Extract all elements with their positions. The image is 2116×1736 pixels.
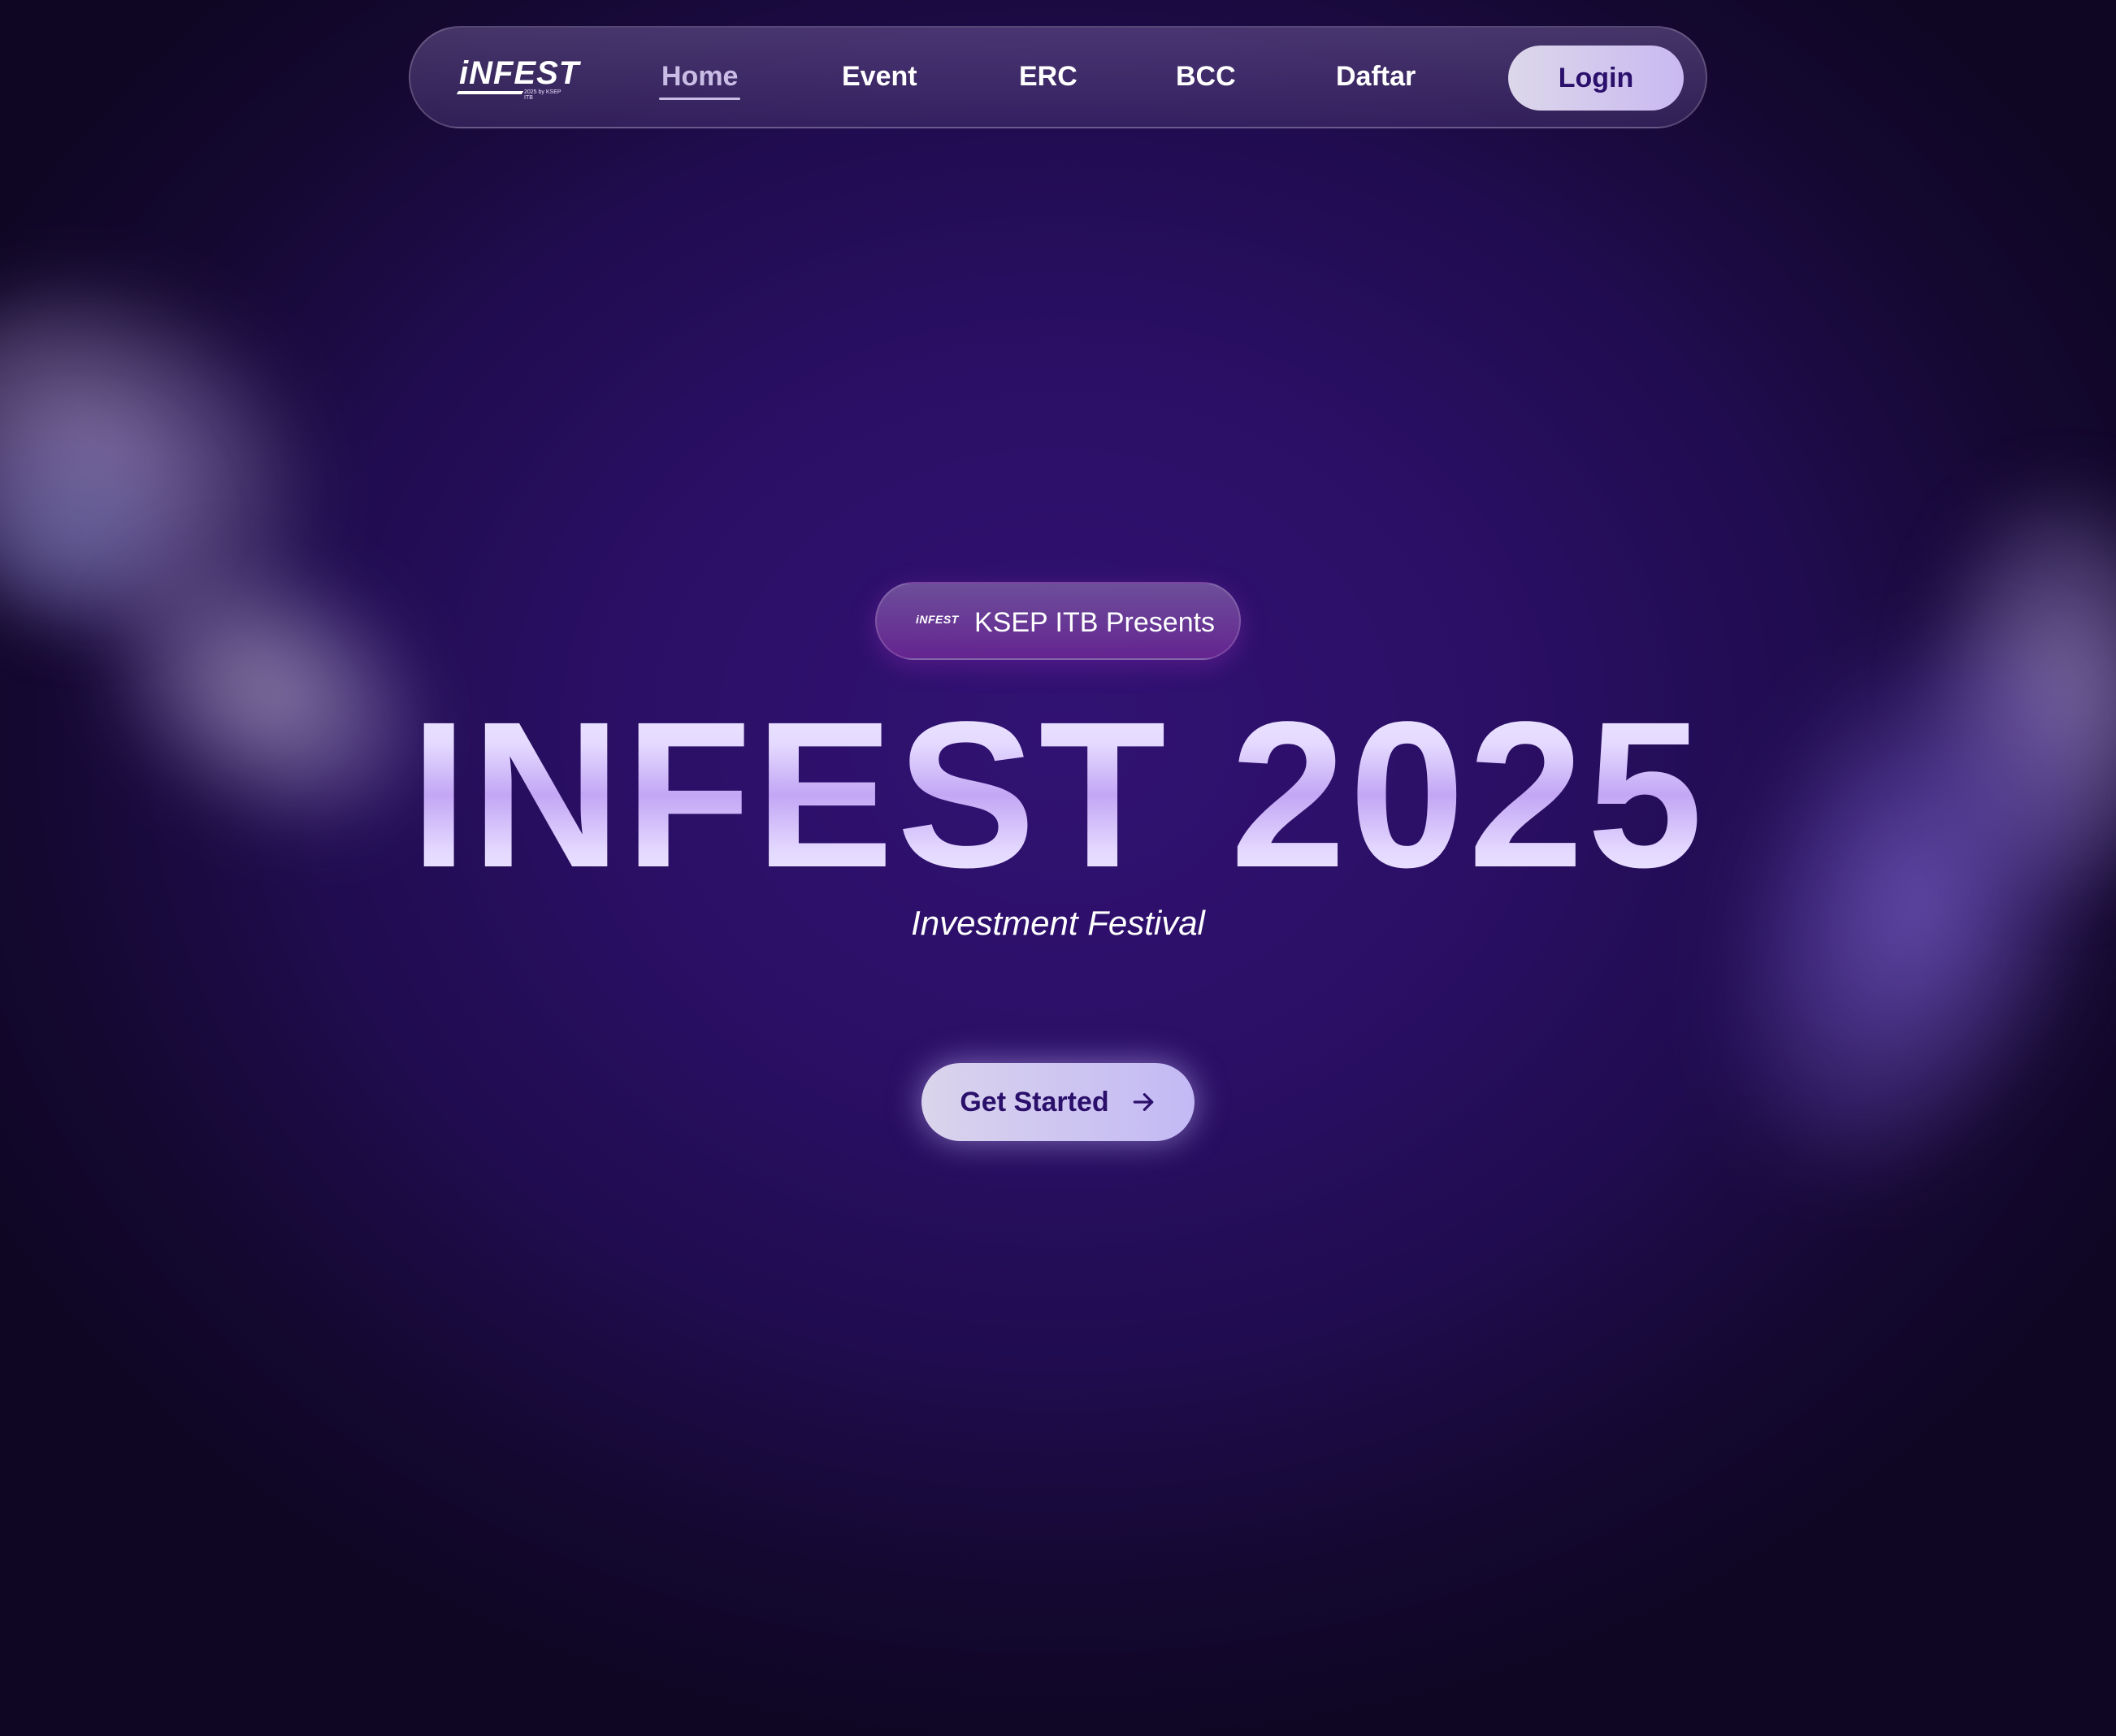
hero-title: INFEST 2025 <box>0 681 2116 909</box>
nav-item-event[interactable]: Event <box>842 60 917 93</box>
hero-subtitle: Investment Festival <box>911 904 1205 942</box>
logo-subtext: 2025 by KSEP ITB <box>524 89 562 101</box>
nav-item-daftar[interactable]: Daftar <box>1336 60 1416 93</box>
nav-item-home[interactable]: Home <box>661 60 738 93</box>
logo-text: iNFEST <box>459 55 580 91</box>
nav-item-erc[interactable]: ERC <box>1019 60 1078 93</box>
badge-logo: iNFEST <box>916 613 959 626</box>
background-glow-left-inner <box>0 423 195 634</box>
get-started-label: Get Started <box>960 1087 1109 1118</box>
get-started-button[interactable]: Get Started <box>921 1063 1195 1141</box>
background-glow-left <box>0 219 378 708</box>
nav-active-indicator <box>659 98 740 100</box>
badge-text: KSEP ITB Presents <box>974 607 1216 638</box>
infest-logo[interactable]: iNFEST 2025 by KSEP ITB <box>456 55 580 101</box>
logo-underline <box>456 91 524 94</box>
arrow-right-icon <box>1133 1093 1153 1111</box>
login-button[interactable]: Login <box>1508 46 1684 111</box>
presents-badge: iNFEST KSEP ITB Presents <box>875 582 1241 660</box>
landing-page: iNFEST 2025 by KSEP ITB Home Event ERC B… <box>0 0 2116 1736</box>
nav-item-bcc[interactable]: BCC <box>1176 60 1236 93</box>
navbar: iNFEST 2025 by KSEP ITB Home Event ERC B… <box>409 26 1707 128</box>
